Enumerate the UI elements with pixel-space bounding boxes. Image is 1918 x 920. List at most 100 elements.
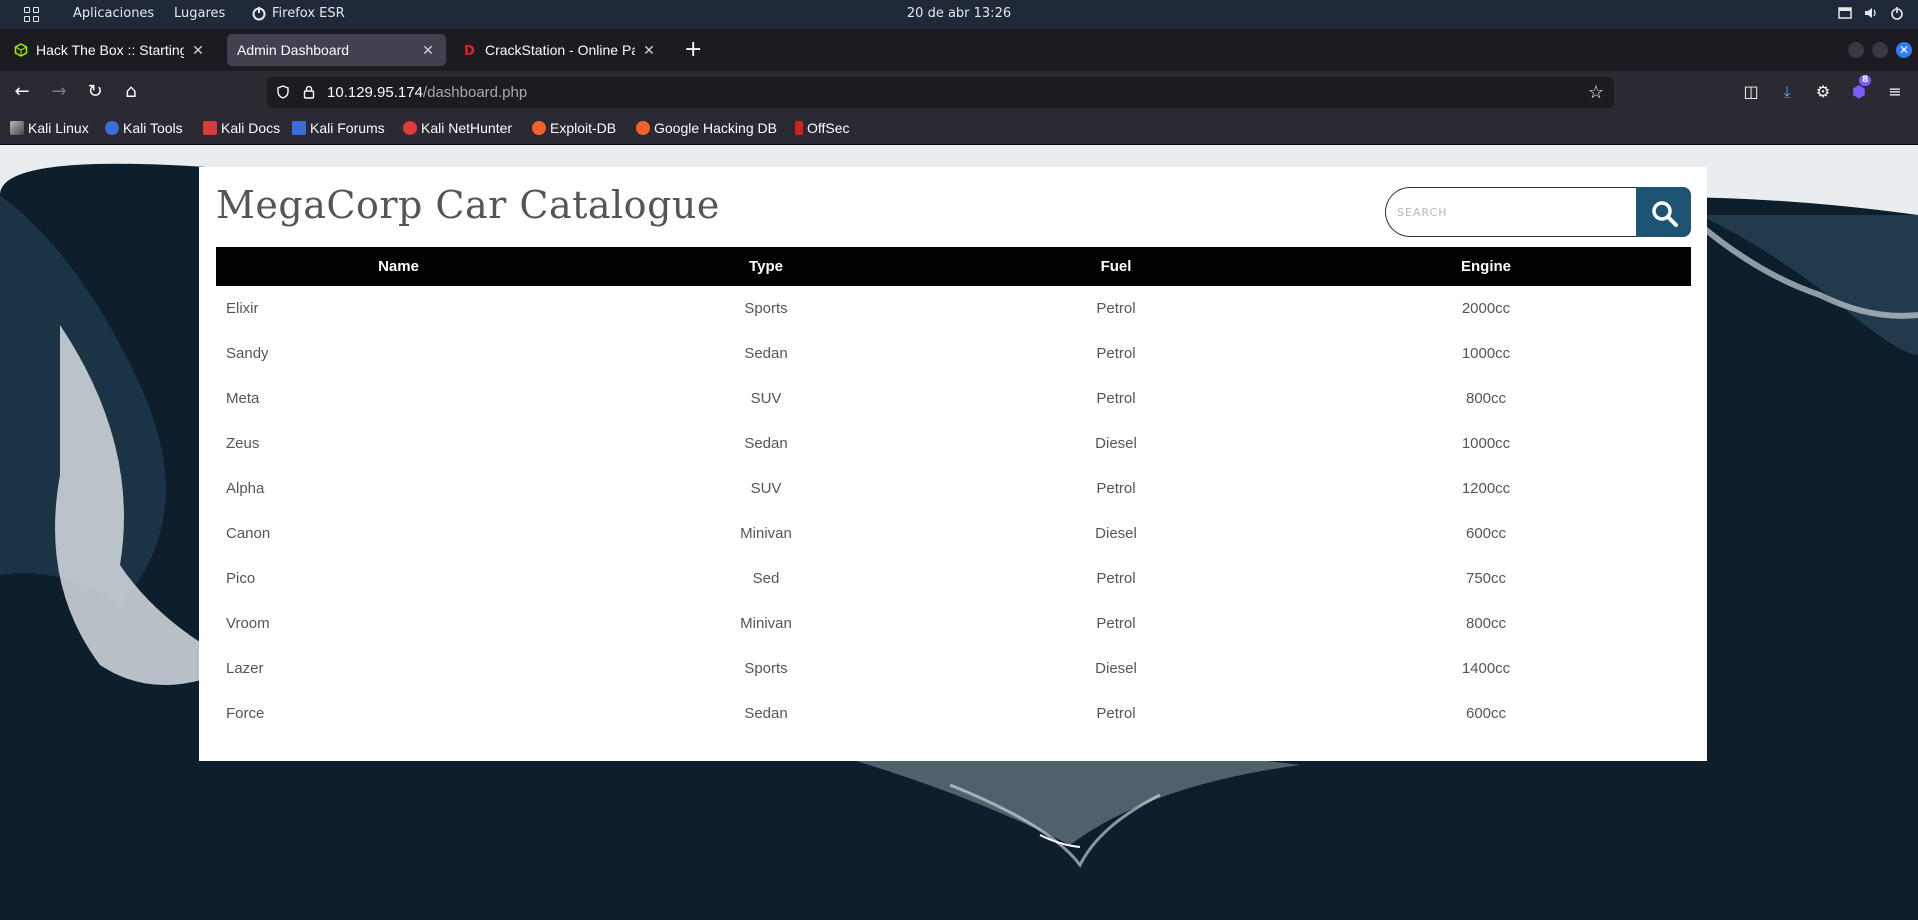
nethunter-icon (403, 121, 417, 135)
cell-fuel: Petrol (1096, 390, 1136, 407)
applications-menu[interactable]: Aplicaciones (73, 6, 154, 21)
tab-crackstation[interactable]: D CrackStation - Online Password Hash Cr… (453, 34, 667, 66)
column-header-name[interactable]: Name (216, 247, 581, 286)
ghdb-icon (636, 121, 650, 135)
kali-docs-icon (203, 121, 217, 135)
search-button[interactable] (1636, 187, 1691, 237)
column-header-engine[interactable]: Engine (1281, 247, 1691, 286)
tracking-shield-icon[interactable] (277, 85, 289, 99)
cell-type: Sed (752, 570, 780, 587)
cell-type: Sports (744, 660, 788, 677)
home-icon[interactable]: ⌂ (119, 81, 143, 102)
cell-name: Lazer (226, 660, 264, 677)
maximize-window-icon[interactable] (1872, 42, 1888, 58)
tab-admin-dashboard[interactable]: Admin Dashboard ✕ (227, 34, 446, 66)
cell-name: Pico (226, 570, 256, 587)
table-row: Alpha SUV Petrol 1200cc (216, 466, 1691, 511)
cell-name: Sandy (226, 345, 269, 362)
cell-name: Force (226, 705, 265, 722)
cell-engine: 600cc (1465, 525, 1507, 542)
system-top-bar: Aplicaciones Lugares Firefox ESR 20 de a… (0, 0, 1918, 29)
browser-app-menu[interactable]: Firefox ESR (252, 6, 345, 21)
apps-grid-icon[interactable] (24, 7, 39, 22)
tab-close-icon[interactable]: ✕ (420, 42, 436, 59)
browser-app-label: Firefox ESR (272, 6, 345, 21)
pocket-icon[interactable]: ◫ (1742, 83, 1760, 101)
column-header-fuel[interactable]: Fuel (951, 247, 1281, 286)
tab-close-icon[interactable]: ✕ (190, 42, 206, 59)
bookmark-label: Kali Tools (123, 120, 183, 136)
table-row: Sandy Sedan Petrol 1000cc (216, 331, 1691, 376)
table-row: Canon Minivan Diesel 600cc (216, 511, 1691, 556)
cell-fuel: Petrol (1096, 300, 1136, 317)
table-row: Elixir Sports Petrol 2000cc (216, 286, 1691, 331)
back-arrow-icon[interactable]: ← (10, 81, 34, 102)
bookmark-kali-linux[interactable]: Kali Linux (10, 120, 89, 136)
bookmark-kali-docs[interactable]: Kali Docs (203, 120, 280, 136)
bookmark-kali-tools[interactable]: Kali Tools (105, 120, 183, 136)
browser-tab-strip: Hack The Box :: Starting Point ✕ Admin D… (0, 29, 1918, 71)
cell-type: SUV (750, 390, 782, 407)
page-viewport: MegaCorp Car Catalogue Name Type Fuel En… (0, 145, 1918, 920)
toolbar-actions: ◫ ⤓ ⚙ ⬢ 8 ≡ (1742, 75, 1904, 101)
column-header-type[interactable]: Type (581, 247, 951, 286)
bookmark-offsec[interactable]: OffSec (795, 120, 850, 136)
browser-nav-bar: ← → ↻ ⌂ 10.129.95.174/dashboard.php ☆ ◫ … (0, 71, 1918, 115)
bookmark-google-hacking-db[interactable]: Google Hacking DB (636, 120, 777, 136)
cell-name: Zeus (226, 435, 260, 452)
cell-engine: 1200cc (1461, 480, 1511, 497)
search-icon (1652, 201, 1678, 227)
close-window-icon[interactable]: ✕ (1896, 42, 1912, 58)
cell-fuel: Diesel (1095, 660, 1137, 677)
cell-type: Sedan (744, 435, 788, 452)
page-info-lock-icon[interactable] (303, 85, 315, 99)
cell-engine: 2000cc (1461, 300, 1511, 317)
url-host: 10.129.95.174 (327, 84, 423, 101)
power-icon[interactable] (1890, 6, 1904, 20)
bookmark-label: Exploit-DB (550, 120, 617, 136)
bookmark-exploit-db[interactable]: Exploit-DB (532, 120, 616, 136)
tab-hack-the-box[interactable]: Hack The Box :: Starting Point ✕ (4, 34, 216, 66)
bookmark-star-icon[interactable]: ☆ (1588, 82, 1604, 103)
svg-text:D: D (464, 44, 475, 57)
bookmark-label: Google Hacking DB (654, 120, 777, 136)
url-path: /dashboard.php (422, 84, 528, 101)
extension-badge-icon[interactable]: ⬢ 8 (1850, 75, 1872, 101)
cell-type: Minivan (740, 525, 792, 542)
bookmark-kali-nethunter[interactable]: Kali NetHunter (403, 120, 512, 136)
cell-fuel: Diesel (1095, 525, 1137, 542)
window-controls: ✕ (1848, 42, 1912, 58)
extensions-puzzle-icon[interactable]: ⚙ (1814, 83, 1832, 101)
cell-fuel: Petrol (1096, 480, 1136, 497)
places-menu[interactable]: Lugares (174, 6, 225, 21)
cell-type: SUV (750, 480, 782, 497)
bookmark-label: Kali NetHunter (421, 120, 513, 136)
app-menu-hamburger-icon[interactable]: ≡ (1886, 83, 1904, 101)
new-tab-plus-icon[interactable]: + (684, 37, 702, 62)
clock[interactable]: 20 de abr 13:26 (907, 6, 1011, 21)
cell-name: Vroom (226, 615, 270, 632)
cell-type: Sedan (744, 705, 788, 722)
reload-icon[interactable]: ↻ (83, 81, 107, 102)
downloads-icon[interactable]: ⤓ (1778, 83, 1796, 101)
cell-name: Meta (226, 390, 260, 407)
bookmark-label: Kali Linux (28, 120, 89, 136)
search-input[interactable] (1385, 187, 1637, 237)
tab-close-icon[interactable]: ✕ (641, 42, 657, 59)
forward-arrow-icon[interactable]: → (47, 81, 71, 102)
table-body: Elixir Sports Petrol 2000cc Sandy Sedan Petro… (216, 286, 1691, 736)
power-app-icon (252, 6, 266, 20)
bookmark-kali-forums[interactable]: Kali Forums (292, 120, 385, 136)
cell-type: Minivan (740, 615, 792, 632)
cell-fuel: Petrol (1096, 615, 1136, 632)
crackstation-icon: D (464, 44, 475, 57)
window-icon[interactable] (1838, 6, 1852, 20)
url-bar[interactable]: 10.129.95.174/dashboard.php ☆ (267, 77, 1614, 108)
search-form (1385, 187, 1691, 237)
tab-title: Hack The Box :: Starting Point (36, 42, 184, 58)
cell-engine: 1000cc (1461, 435, 1511, 452)
minimize-window-icon[interactable] (1848, 42, 1864, 58)
url-text[interactable]: 10.129.95.174/dashboard.php (327, 84, 527, 101)
volume-icon[interactable] (1864, 6, 1878, 20)
tab-title: Admin Dashboard (237, 42, 350, 58)
